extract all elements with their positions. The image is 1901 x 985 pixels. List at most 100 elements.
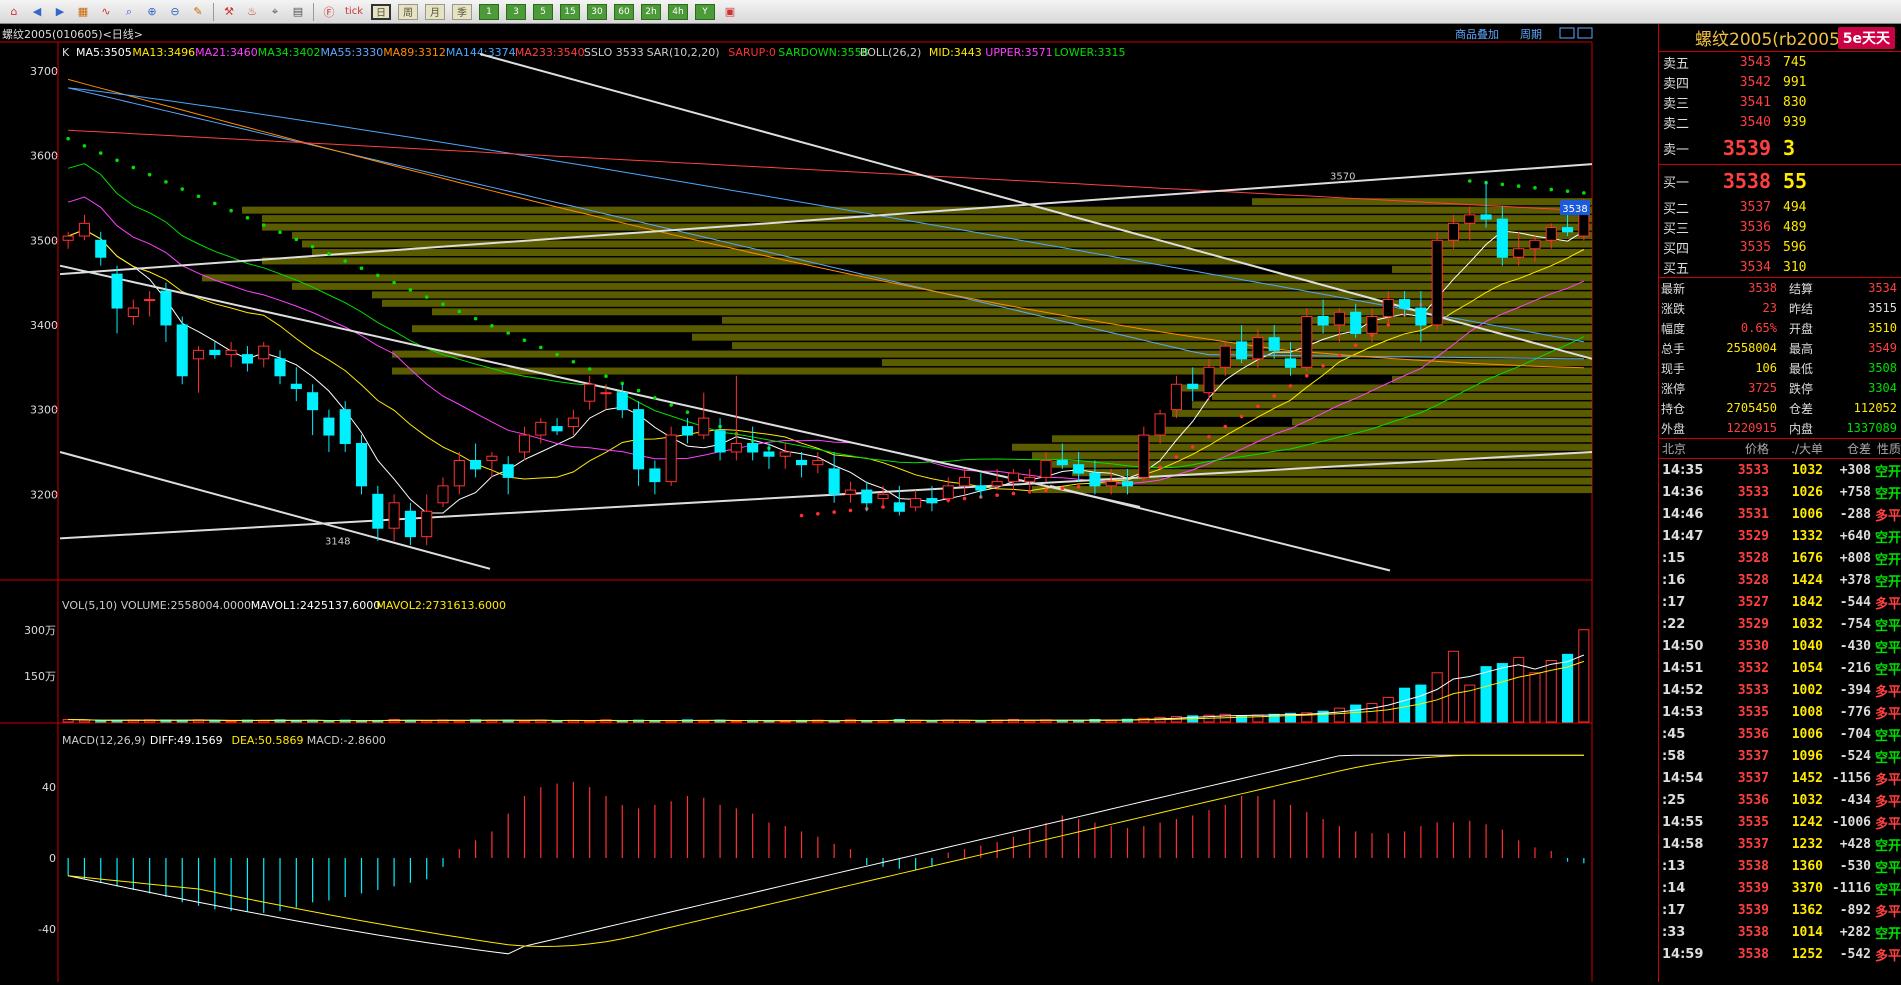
sar-dot xyxy=(1467,179,1472,183)
back-icon[interactable]: ◀ xyxy=(26,2,48,22)
tick-price: 3527 xyxy=(1737,594,1769,610)
candle-body xyxy=(274,358,286,377)
sar-dot xyxy=(1353,343,1358,348)
volume-profile-bar xyxy=(292,282,1592,290)
period-button-2h[interactable]: 2h xyxy=(641,3,661,20)
day-button[interactable]: 日 xyxy=(371,3,391,20)
tick-row[interactable]: 14:36 3533 1026 +758 空开 xyxy=(1659,481,1901,503)
ma-legend-item: LOWER:3315 xyxy=(1054,46,1125,59)
quarter-button[interactable]: 季 xyxy=(452,3,472,20)
period-button-15[interactable]: 15 xyxy=(560,3,580,20)
tick-row[interactable]: 14:47 3529 1332 +640 空开 xyxy=(1659,525,1901,547)
chart-canvas[interactable]: 螺纹2005(010605)<日线> 商品叠加 周期 3700 3600 3500 3400… xyxy=(0,24,1658,982)
home-icon[interactable]: ⌂ xyxy=(3,2,25,22)
candle-body xyxy=(1024,476,1036,483)
tick-volume: 1096 xyxy=(1791,748,1823,764)
candle-body xyxy=(127,307,139,317)
quote-value: 1337089 xyxy=(1846,421,1897,435)
tick-row[interactable]: 14:35 3533 1032 +308 空开 xyxy=(1659,459,1901,481)
tick-time: :17 xyxy=(1662,594,1686,610)
volume-bar xyxy=(828,720,840,723)
tick-button[interactable]: tick xyxy=(344,4,364,20)
candle-body xyxy=(633,409,645,470)
tick-row[interactable]: 14:52 3533 1002 -394 多平 xyxy=(1659,679,1901,701)
tick-row[interactable]: :45 3536 1006 -704 空平 xyxy=(1659,723,1901,745)
tick-row[interactable]: :17 3539 1362 -892 多平 xyxy=(1659,899,1901,921)
tick-icon[interactable]: ⌖ xyxy=(264,2,286,22)
tick-row[interactable]: 14:58 3537 1232 +428 空开 xyxy=(1659,833,1901,855)
period-button-60[interactable]: 60 xyxy=(614,3,634,20)
period-button-1[interactable]: 1 xyxy=(479,3,499,20)
candle-body xyxy=(1073,464,1085,474)
volume-profile-bar xyxy=(732,342,1592,350)
kline-chart-area[interactable]: 螺纹2005(010605)<日线> 商品叠加 周期 3700 3600 3500 3400… xyxy=(0,24,1658,982)
sar-dot xyxy=(816,511,820,516)
tick-price: 3533 xyxy=(1737,682,1769,698)
candle-body xyxy=(649,468,661,483)
tick-row[interactable]: 14:55 3535 1242 -1006 多平 xyxy=(1659,811,1901,833)
tick-price: 3531 xyxy=(1737,506,1769,522)
tick-row[interactable]: :14 3539 3370 -1116 空平 xyxy=(1659,877,1901,899)
indicator-icon[interactable]: ♨ xyxy=(241,2,263,22)
period-button-3[interactable]: 3 xyxy=(506,3,526,20)
tick-list[interactable]: 14:35 3533 1032 +308 空开 14:36 3533 1026 +758 空开 14… xyxy=(1659,459,1901,965)
volume-profile-bar xyxy=(312,248,1592,256)
tick-time: 14:58 xyxy=(1662,836,1704,852)
tick-row[interactable]: 14:50 3530 1040 -430 空平 xyxy=(1659,635,1901,657)
candle-body xyxy=(437,485,449,504)
tick-nature: 空平 xyxy=(1874,662,1901,678)
month-button[interactable]: 月 xyxy=(425,3,445,20)
tick-time: :22 xyxy=(1662,616,1686,632)
ma-legend-item: MA233:3540 xyxy=(515,46,585,59)
chart-icon[interactable]: ∿ xyxy=(95,2,117,22)
volume-profile-bar xyxy=(262,223,1592,231)
candle-body xyxy=(600,392,612,395)
tick-row[interactable]: :25 3536 1032 -434 多平 xyxy=(1659,789,1901,811)
week-button[interactable]: 周 xyxy=(398,3,418,20)
sar-dot xyxy=(457,309,462,314)
tick-row[interactable]: :16 3528 1424 +378 空开 xyxy=(1659,569,1901,591)
tool-icon[interactable]: ⚒ xyxy=(218,2,240,22)
tick-row[interactable]: :15 3528 1676 +808 空开 xyxy=(1659,547,1901,569)
candle-body xyxy=(877,493,889,500)
volume-profile-bar xyxy=(392,367,1592,375)
tick-oi-change: -542 xyxy=(1839,946,1871,962)
candle-body xyxy=(714,430,726,453)
tick-row[interactable]: :33 3538 1014 +282 空开 xyxy=(1659,921,1901,943)
tick-price: 3535 xyxy=(1737,814,1769,830)
period-button-30[interactable]: 30 xyxy=(587,3,607,20)
zoom-in-icon[interactable]: ⊕ xyxy=(141,2,163,22)
tick-row[interactable]: 14:59 3538 1252 -542 多平 xyxy=(1659,943,1901,965)
period-button-Y[interactable]: Y xyxy=(695,3,715,20)
draw-icon[interactable]: ✎ xyxy=(187,2,209,22)
calc-icon[interactable]: ▣ xyxy=(719,2,741,22)
quote-value: 3725 xyxy=(1748,381,1777,395)
period-button-5[interactable]: 5 xyxy=(533,3,553,20)
zoom-out-icon[interactable]: ⊖ xyxy=(164,2,186,22)
period-button-4h[interactable]: 4h xyxy=(668,3,688,20)
toolbar-separator xyxy=(213,2,214,21)
volume-bar xyxy=(1447,650,1460,723)
price-tick-label: 3300 xyxy=(30,404,58,417)
tick-row[interactable]: :13 3538 1360 -530 空平 xyxy=(1659,855,1901,877)
grid-icon[interactable]: ▤ xyxy=(287,2,309,22)
forward-icon[interactable]: ▶ xyxy=(49,2,71,22)
candle-body xyxy=(323,417,335,436)
quote-label: 涨停 xyxy=(1661,381,1686,396)
search-icon[interactable]: ⌕ xyxy=(118,2,140,22)
tick-oi-change: +428 xyxy=(1839,836,1871,852)
tick-row[interactable]: 14:53 3535 1008 -776 多平 xyxy=(1659,701,1901,723)
tick-oi-change: -776 xyxy=(1839,704,1871,720)
vol-legend-item: MAVOL1:2425137.6000 xyxy=(251,599,381,612)
sar-dot xyxy=(376,273,380,278)
tick-row[interactable]: :17 3527 1842 -544 多平 xyxy=(1659,591,1901,613)
ma-legend-item: MA144:3374 xyxy=(446,46,516,59)
tick-row[interactable]: :22 3529 1032 -754 空平 xyxy=(1659,613,1901,635)
tick-row[interactable]: 14:51 3532 1054 -216 空平 xyxy=(1659,657,1901,679)
candle-body xyxy=(1350,311,1362,334)
tick-row[interactable]: 14:54 3537 1452 -1156 多平 xyxy=(1659,767,1901,789)
tick-row[interactable]: 14:46 3531 1006 -288 多平 xyxy=(1659,503,1901,525)
quote-icon[interactable]: ▦ xyxy=(72,2,94,22)
tick-row[interactable]: :58 3537 1096 -524 空平 xyxy=(1659,745,1901,767)
f10-icon[interactable]: Ⓕ xyxy=(318,2,340,22)
